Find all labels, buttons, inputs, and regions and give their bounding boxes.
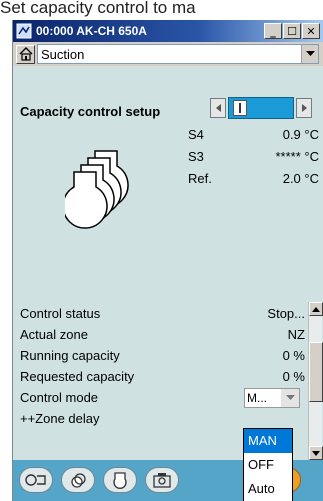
dropdown-arrow-icon[interactable] (301, 45, 318, 63)
prev-page-button[interactable] (210, 98, 226, 118)
param-label: Control mode (20, 390, 99, 405)
overview-button[interactable] (19, 467, 53, 493)
parameter-scrollbar[interactable] (308, 302, 323, 460)
page-navigator (210, 97, 312, 119)
param-label: Running capacity (20, 348, 120, 363)
compressor-icon (113, 472, 127, 489)
param-label: Control status (20, 306, 101, 321)
home-button[interactable] (16, 44, 35, 64)
settings-button[interactable] (145, 467, 179, 493)
reading-s3: S3 ***** °C (13, 149, 323, 169)
param-value: Stop... (267, 306, 305, 321)
reading-value: 2.0 °C (282, 171, 319, 186)
window-title: 00:000 AK-CH 650A (36, 24, 147, 38)
page-slider[interactable] (228, 97, 294, 119)
reading-value: 0.9 °C (282, 127, 319, 142)
control-mode-select[interactable]: M... (244, 388, 300, 408)
view-toolbar: Suction (13, 42, 323, 66)
compressor-group-icon (65, 150, 129, 229)
settings-icon (153, 473, 171, 488)
overview-icon (25, 474, 46, 486)
param-value: NZ (287, 327, 305, 342)
maximize-button[interactable]: ☐ (283, 23, 301, 39)
page-slider-thumb[interactable] (233, 100, 247, 116)
param-running-capacity[interactable]: Running capacity 0 % (13, 348, 308, 368)
reading-s4: S4 0.9 °C (13, 127, 323, 147)
scroll-thumb[interactable] (309, 342, 323, 402)
reading-ref: Ref. 2.0 °C (13, 171, 323, 191)
home-icon (19, 47, 32, 61)
reading-name: S3 (188, 149, 204, 164)
param-requested-capacity[interactable]: Requested capacity 0 % (13, 369, 308, 389)
option-man[interactable]: MAN (244, 429, 292, 453)
section-title: Capacity control setup (20, 104, 161, 119)
next-page-button[interactable] (296, 98, 312, 118)
param-control-status[interactable]: Control status Stop... (13, 306, 308, 326)
scroll-down-button[interactable] (309, 446, 323, 460)
app-icon (16, 23, 32, 39)
reading-name: Ref. (188, 171, 212, 186)
compressor-group-button[interactable] (61, 467, 95, 493)
control-mode-dropdown: MAN OFF Auto (243, 428, 293, 501)
chevron-down-icon[interactable] (281, 389, 299, 407)
param-value: 0 % (282, 369, 305, 384)
param-label: Actual zone (20, 327, 88, 342)
option-auto[interactable]: Auto (244, 477, 292, 501)
scroll-up-button[interactable] (309, 302, 323, 316)
title-bar: 00:000 AK-CH 650A _ ☐ ✕ (13, 20, 323, 42)
compressor-group-icon (71, 473, 86, 488)
param-actual-zone[interactable]: Actual zone NZ (13, 327, 308, 347)
reading-name: S4 (188, 127, 204, 142)
compressor-button[interactable] (103, 467, 137, 493)
param-control-mode[interactable]: Control mode M... (13, 388, 308, 410)
option-off[interactable]: OFF (244, 453, 292, 477)
param-value: 0 % (282, 348, 305, 363)
param-label: ++Zone delay (20, 411, 100, 426)
view-select[interactable]: Suction (37, 44, 319, 64)
instruction-caption: Set capacity control to ma (0, 0, 323, 20)
close-button[interactable]: ✕ (302, 23, 320, 39)
view-select-value: Suction (41, 46, 85, 62)
minimize-button[interactable]: _ (264, 23, 282, 39)
control-mode-value: M... (247, 391, 267, 405)
param-label: Requested capacity (20, 369, 135, 384)
reading-value: ***** °C (275, 149, 320, 164)
app-window: 00:000 AK-CH 650A _ ☐ ✕ Suction Capacity… (12, 20, 323, 501)
